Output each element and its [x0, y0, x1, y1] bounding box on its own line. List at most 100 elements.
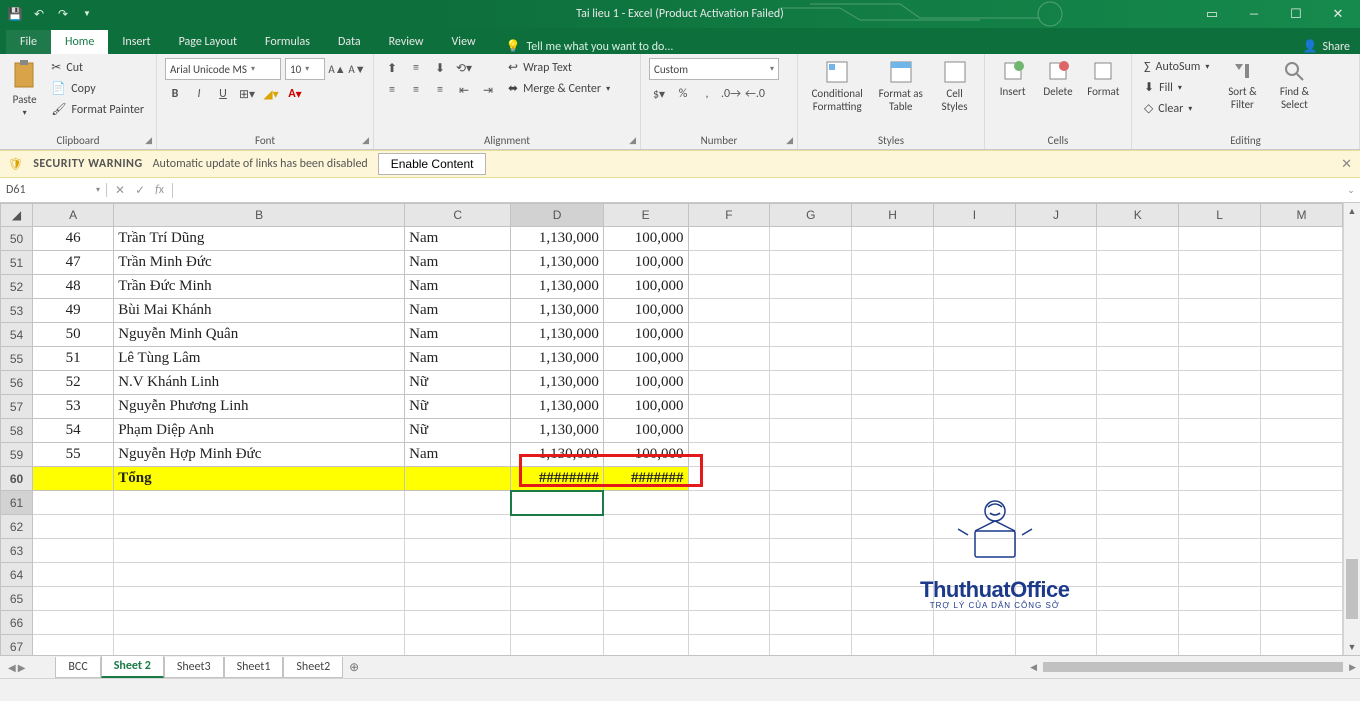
cell[interactable] — [33, 587, 114, 611]
table-row[interactable]: 5248Trần Đức MinhNam1,130,000100,000 — [1, 275, 1343, 299]
cell[interactable] — [33, 611, 114, 635]
col-header-E[interactable]: E — [603, 204, 688, 227]
empty-row[interactable]: 63 — [1, 539, 1343, 563]
col-header-A[interactable]: A — [33, 204, 114, 227]
format-painter-button[interactable]: 🖌Format Painter — [47, 100, 148, 119]
decrease-decimal-icon[interactable]: ←.0 — [745, 84, 765, 104]
tab-review[interactable]: Review — [375, 30, 438, 54]
cell[interactable] — [405, 587, 511, 611]
expand-formula-bar-icon[interactable]: ⌄ — [1342, 185, 1360, 196]
cut-button[interactable]: ✂Cut — [47, 58, 148, 77]
merge-center-button[interactable]: ⬌Merge & Center▾ — [504, 79, 614, 98]
cell[interactable] — [688, 491, 770, 515]
increase-indent-icon[interactable]: ⇥ — [478, 80, 498, 100]
fill-button[interactable]: ⬇Fill▾ — [1140, 78, 1213, 97]
select-all-cell[interactable]: ◢ — [1, 204, 33, 227]
increase-font-icon[interactable]: A▲ — [329, 61, 345, 77]
sort-filter-button[interactable]: Sort & Filter — [1219, 58, 1265, 111]
fx-icon[interactable]: fx — [155, 183, 164, 197]
empty-row[interactable]: 67 — [1, 635, 1343, 656]
table-row[interactable]: 5551Lê Tùng LâmNam1,130,000100,000 — [1, 347, 1343, 371]
cell[interactable] — [511, 515, 604, 539]
number-format-combo[interactable]: Custom▾ — [649, 58, 779, 80]
cell[interactable] — [603, 491, 688, 515]
cell[interactable] — [603, 563, 688, 587]
customize-qat-icon[interactable]: ▼ — [80, 7, 94, 21]
currency-icon[interactable]: $▾ — [649, 84, 669, 104]
cell[interactable] — [1015, 635, 1097, 656]
cell[interactable] — [405, 635, 511, 656]
cell[interactable] — [1179, 587, 1261, 611]
cell[interactable] — [1260, 587, 1342, 611]
new-sheet-button[interactable]: ⊕ — [343, 657, 365, 678]
cancel-formula-icon[interactable]: ✕ — [115, 183, 125, 198]
find-select-button[interactable]: Find & Select — [1271, 58, 1317, 111]
cell[interactable] — [770, 491, 852, 515]
orientation-icon[interactable]: ⟲▾ — [454, 58, 474, 78]
col-header-L[interactable]: L — [1179, 204, 1261, 227]
paste-button[interactable]: Paste▾ — [8, 58, 41, 118]
cell[interactable] — [511, 539, 604, 563]
fill-color-button[interactable]: ◢▾ — [261, 84, 281, 104]
decrease-indent-icon[interactable]: ⇤ — [454, 80, 474, 100]
vertical-scrollbar[interactable]: ▲ ▼ — [1343, 203, 1360, 655]
cell[interactable] — [688, 587, 770, 611]
align-bottom-icon[interactable]: ⬇ — [430, 58, 450, 78]
autosum-button[interactable]: ∑AutoSum▾ — [1140, 58, 1213, 76]
table-row[interactable]: 5955Nguyễn Hợp Minh ĐứcNam1,130,000100,0… — [1, 443, 1343, 467]
col-header-H[interactable]: H — [852, 204, 934, 227]
cell[interactable] — [1179, 539, 1261, 563]
cell[interactable] — [405, 491, 511, 515]
table-row[interactable]: 5652N.V Khánh LinhNữ1,130,000100,000 — [1, 371, 1343, 395]
cell[interactable] — [1179, 635, 1261, 656]
copy-button[interactable]: 📄Copy — [47, 79, 148, 98]
cell[interactable] — [1097, 491, 1179, 515]
cell[interactable] — [934, 635, 1016, 656]
cell[interactable] — [1179, 515, 1261, 539]
scroll-down-icon[interactable]: ▼ — [1344, 639, 1360, 655]
cell[interactable] — [1179, 611, 1261, 635]
comma-icon[interactable]: , — [697, 84, 717, 104]
col-header-I[interactable]: I — [934, 204, 1016, 227]
font-color-button[interactable]: A▾ — [285, 84, 305, 104]
cell[interactable] — [770, 563, 852, 587]
cell[interactable] — [603, 539, 688, 563]
cell[interactable] — [1260, 563, 1342, 587]
tab-view[interactable]: View — [438, 30, 490, 54]
clear-button[interactable]: ◇Clear▾ — [1140, 99, 1213, 118]
cell[interactable] — [511, 563, 604, 587]
percent-icon[interactable]: % — [673, 84, 693, 104]
hscroll-thumb[interactable] — [1043, 662, 1343, 672]
cell[interactable] — [33, 635, 114, 656]
cell[interactable] — [1097, 539, 1179, 563]
cell[interactable] — [511, 587, 604, 611]
cell[interactable] — [114, 611, 405, 635]
cell[interactable] — [1260, 539, 1342, 563]
tab-data[interactable]: Data — [324, 30, 375, 54]
name-box[interactable]: D61▾ — [0, 183, 107, 197]
align-top-icon[interactable]: ⬆ — [382, 58, 402, 78]
cell[interactable] — [33, 539, 114, 563]
sheet-tab-Sheet3[interactable]: Sheet3 — [164, 657, 224, 678]
share-button[interactable]: 👤 Share — [1302, 39, 1350, 54]
cell[interactable] — [114, 587, 405, 611]
dialog-launcher-icon[interactable]: ◢ — [786, 135, 793, 146]
scroll-thumb[interactable] — [1346, 559, 1358, 619]
minimize-button[interactable]: ― — [1242, 7, 1266, 22]
col-header-F[interactable]: F — [688, 204, 770, 227]
cell[interactable] — [405, 515, 511, 539]
cell[interactable] — [688, 635, 770, 656]
cell[interactable] — [1179, 491, 1261, 515]
tab-page-layout[interactable]: Page Layout — [165, 30, 251, 54]
sheet-tab-Sheet 2[interactable]: Sheet 2 — [101, 656, 164, 678]
cell[interactable] — [1260, 635, 1342, 656]
align-right-icon[interactable]: ≡ — [430, 80, 450, 100]
cell[interactable] — [1179, 563, 1261, 587]
cell[interactable] — [114, 539, 405, 563]
cell[interactable] — [114, 515, 405, 539]
cell-styles-button[interactable]: Cell Styles — [933, 58, 976, 113]
cell[interactable] — [1260, 491, 1342, 515]
table-row[interactable]: 5046Trần Trí DũngNam1,130,000100,000 — [1, 227, 1343, 251]
enter-formula-icon[interactable]: ✓ — [135, 183, 145, 198]
col-header-J[interactable]: J — [1015, 204, 1097, 227]
